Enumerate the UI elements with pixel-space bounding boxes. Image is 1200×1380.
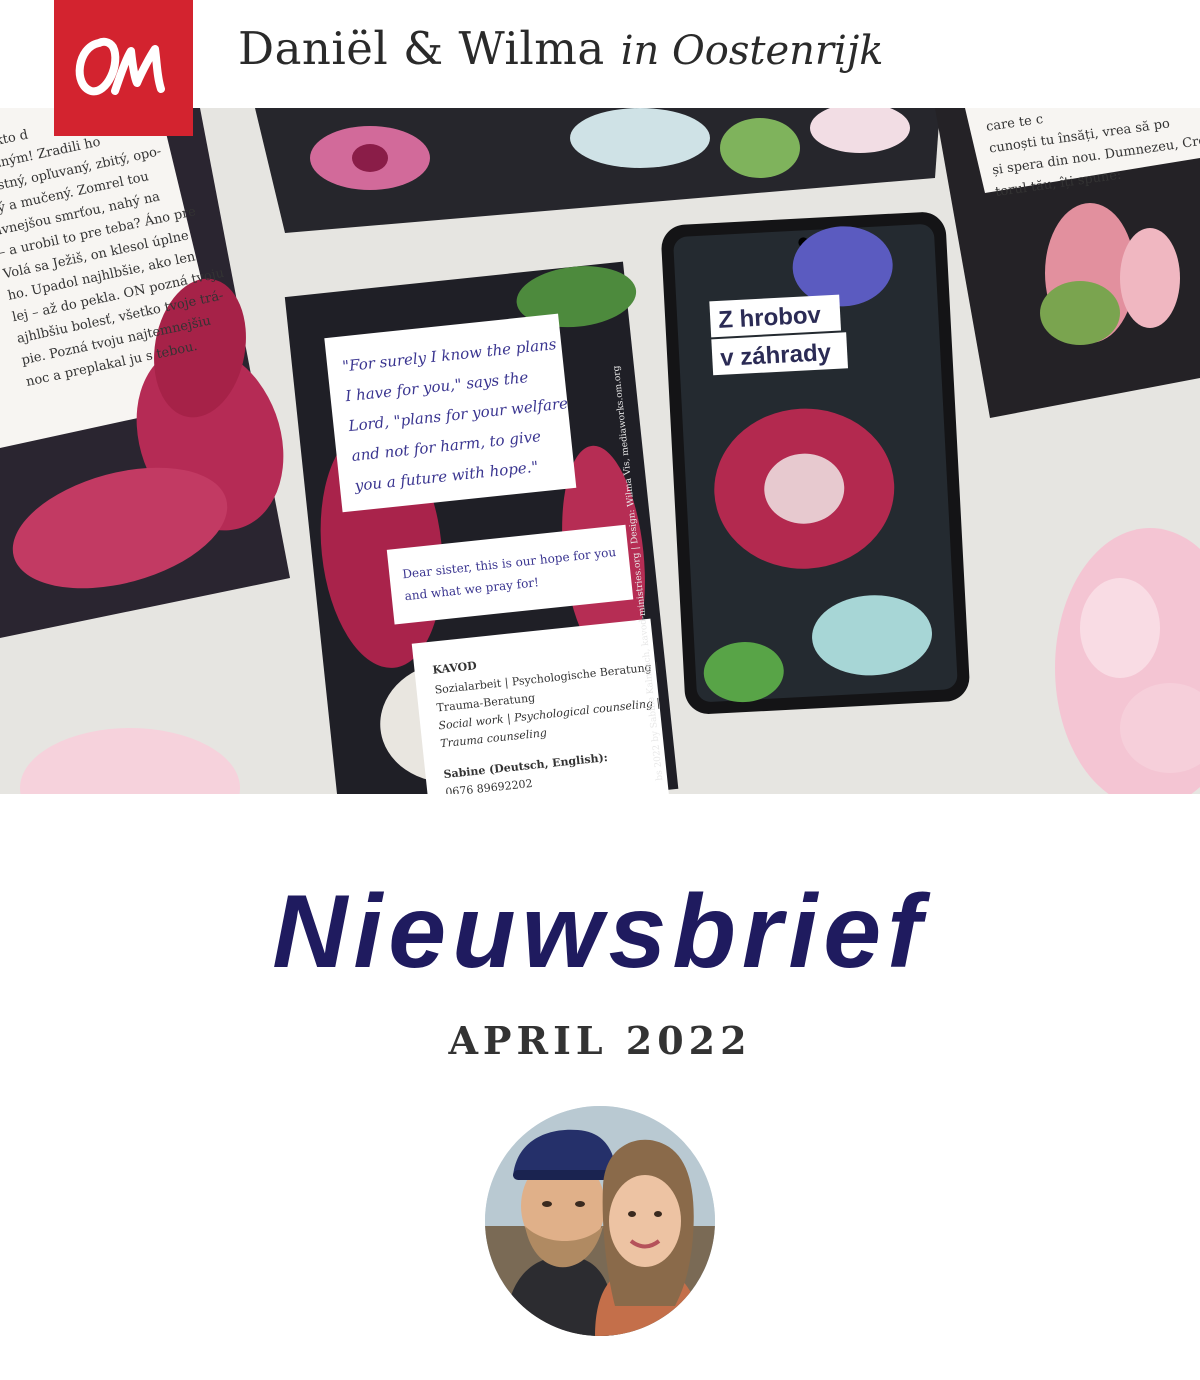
left-printed-page: ci, kto drožným! Zradili hotestný, opľuv…: [0, 108, 290, 638]
hero-image: ci, kto drožným! Zradili hotestný, opľuv…: [0, 108, 1200, 794]
top-center-page: [255, 108, 940, 233]
right-printed-page: care te ccunoști tu însăți, vrea să poși…: [935, 108, 1200, 418]
newsletter-date: APRIL 2022: [448, 1018, 752, 1063]
bookmark-card: "For surely I know the plansI have for y…: [284, 261, 679, 794]
newsletter-title: Nieuwsbrief: [272, 874, 928, 990]
header-names: Daniël & Wilma: [238, 22, 605, 75]
avatar: [485, 1106, 715, 1336]
header-location: in Oostenrijk: [620, 28, 884, 74]
header-title: Daniël & Wilma in Oostenrijk: [238, 22, 883, 92]
om-logo-icon: [75, 37, 165, 96]
smartphone: Z hrobov v záhrady: [661, 212, 970, 714]
avatar-woman: [595, 1139, 700, 1336]
om-logo[interactable]: [54, 0, 193, 136]
pink-hyacinth-right: [1055, 528, 1200, 794]
pink-hyacinth-left: [20, 728, 240, 794]
phone-title-line1: Z hrobov: [718, 302, 823, 334]
